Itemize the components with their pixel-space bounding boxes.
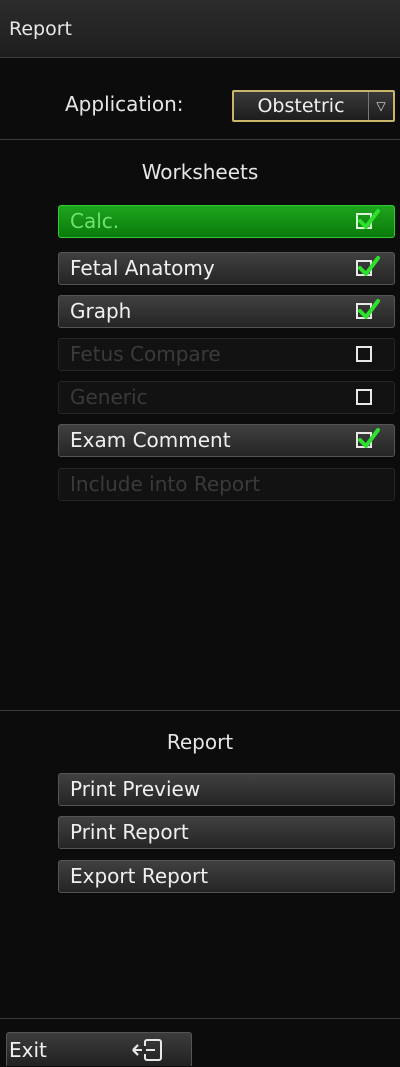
section-divider — [0, 710, 400, 711]
worksheet-label: Graph — [70, 299, 132, 323]
worksheet-fetus-compare-button[interactable]: Fetus Compare — [58, 338, 395, 371]
checkbox-icon[interactable] — [356, 209, 380, 229]
checkbox-icon[interactable] — [356, 389, 372, 405]
panel-title-bar: Report — [0, 0, 400, 58]
print-report-button[interactable]: Print Report — [58, 816, 395, 849]
worksheet-calc-button[interactable]: Calc. — [58, 205, 395, 238]
worksheet-label: Include into Report — [70, 472, 261, 496]
checkbox-icon[interactable] — [356, 428, 380, 448]
worksheet-label: Generic — [70, 385, 148, 409]
checkmark-icon — [358, 299, 380, 319]
checkbox-icon[interactable] — [356, 256, 380, 276]
worksheet-exam-comment-button[interactable]: Exam Comment — [58, 424, 395, 457]
exit-icon — [131, 1037, 173, 1067]
checkmark-icon — [358, 428, 380, 448]
panel-title: Report — [9, 18, 72, 40]
application-select[interactable]: Obstetric ▽ — [232, 90, 395, 122]
application-value: Obstetric — [257, 95, 345, 117]
dropdown-arrow-icon: ▽ — [368, 92, 393, 120]
worksheet-graph-button[interactable]: Graph — [58, 295, 395, 328]
worksheet-label: Calc. — [70, 209, 120, 233]
worksheet-label: Fetal Anatomy — [70, 256, 215, 280]
exit-label: Exit — [9, 1038, 47, 1062]
report-section-title: Report — [166, 730, 234, 754]
print-preview-button[interactable]: Print Preview — [58, 773, 395, 806]
checkmark-icon — [358, 256, 380, 276]
export-report-button[interactable]: Export Report — [58, 860, 395, 893]
worksheet-generic-button[interactable]: Generic — [58, 381, 395, 414]
checkmark-icon — [358, 209, 380, 229]
checkbox-icon[interactable] — [356, 346, 372, 362]
exit-button[interactable]: Exit — [6, 1032, 192, 1066]
application-label: Application: — [65, 92, 184, 116]
include-into-report-button[interactable]: Include into Report — [58, 468, 395, 501]
footer-divider — [0, 1018, 400, 1019]
worksheet-label: Exam Comment — [70, 428, 231, 452]
worksheet-fetal-anatomy-button[interactable]: Fetal Anatomy — [58, 252, 395, 285]
worksheet-label: Fetus Compare — [70, 342, 221, 366]
worksheets-title: Worksheets — [141, 160, 259, 184]
checkbox-icon[interactable] — [356, 299, 380, 319]
application-row: Application: Obstetric ▽ — [0, 60, 400, 140]
